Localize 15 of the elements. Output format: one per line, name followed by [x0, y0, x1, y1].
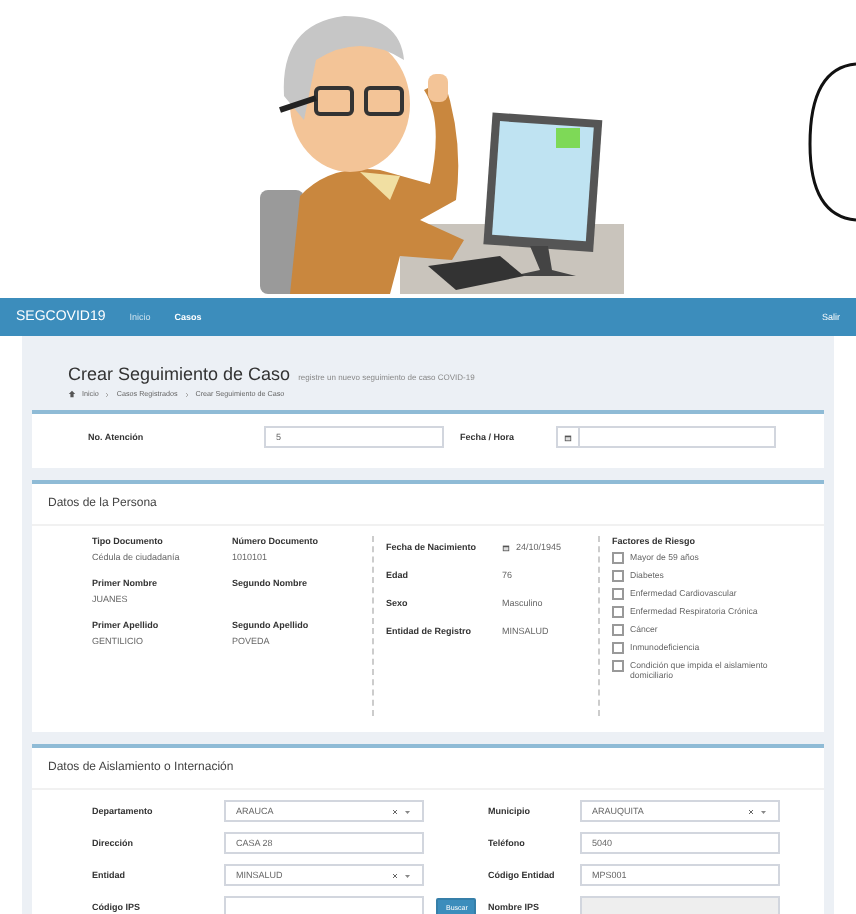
date-field[interactable] [578, 426, 776, 448]
checkbox[interactable] [612, 642, 624, 654]
calendar-icon [564, 433, 572, 441]
checkbox[interactable] [612, 588, 624, 600]
input-field[interactable] [224, 896, 424, 914]
clear-and-caret-icon [392, 871, 412, 879]
checkbox[interactable] [612, 624, 624, 636]
checkbox[interactable] [612, 606, 624, 618]
checkbox[interactable] [612, 552, 624, 564]
clear-and-caret-icon [392, 807, 412, 815]
page-title: Crear Seguimiento de Caso [68, 364, 291, 384]
checkbox[interactable] [612, 660, 624, 672]
checkbox[interactable] [612, 570, 624, 582]
calendar-icon [502, 543, 510, 551]
clear-and-caret-icon [748, 807, 768, 815]
